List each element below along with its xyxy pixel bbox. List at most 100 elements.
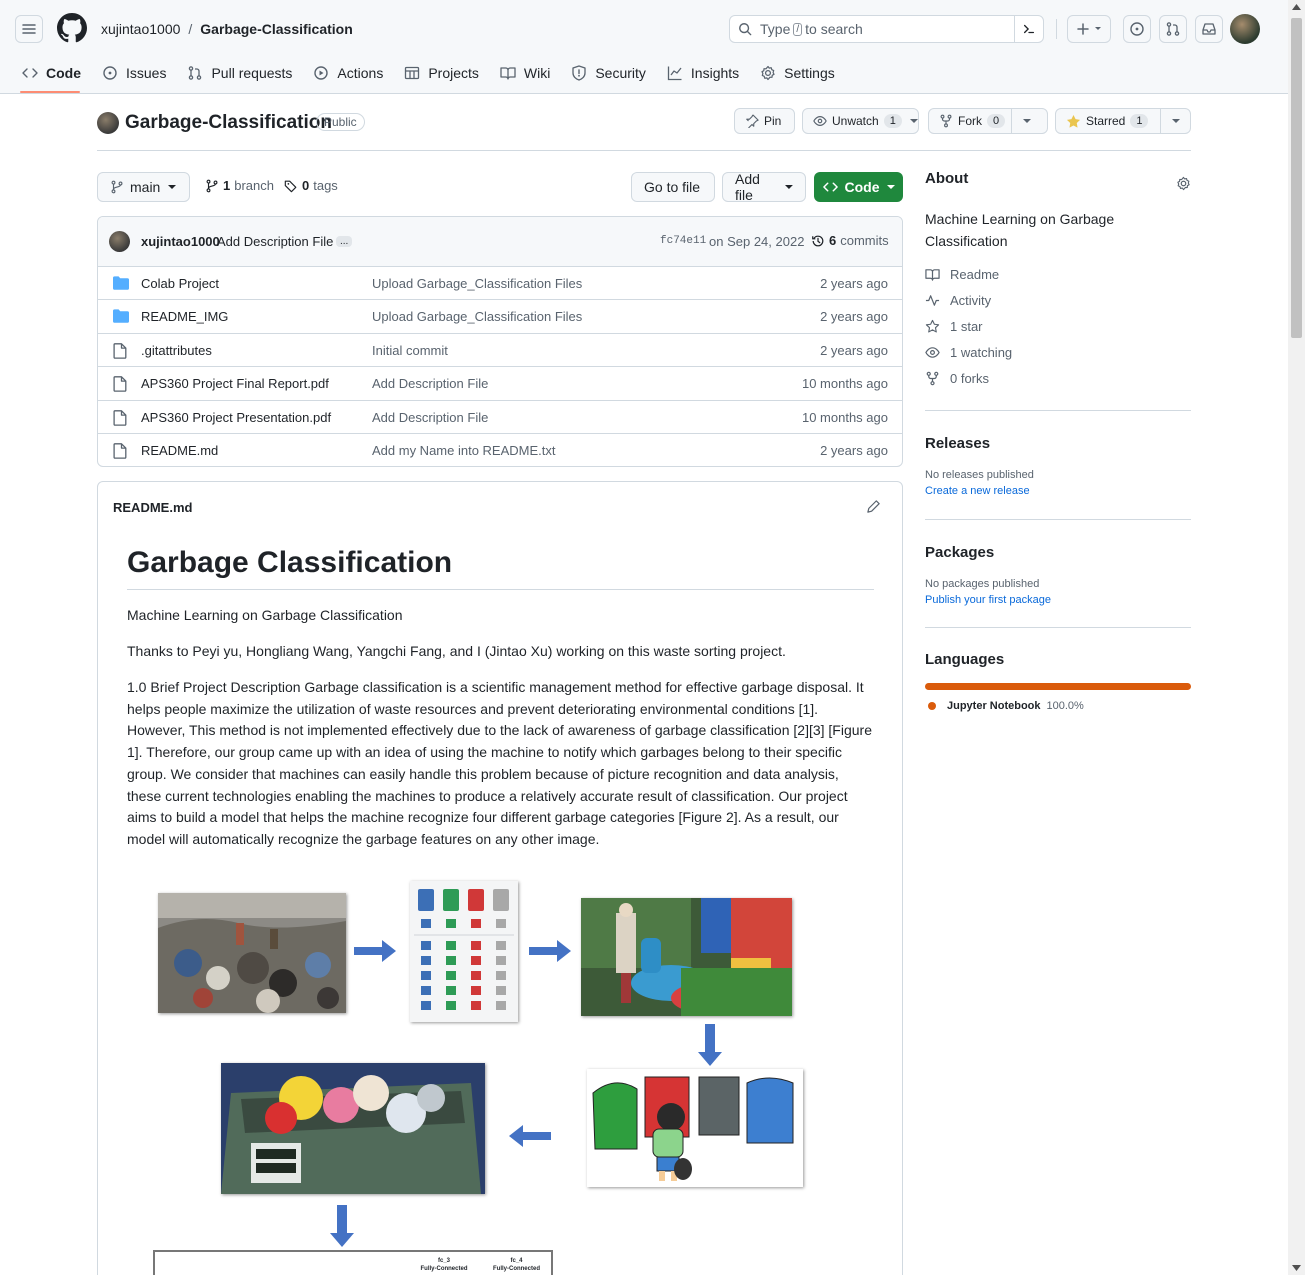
- scrollbar-thumb[interactable]: [1291, 18, 1302, 338]
- star-dropdown[interactable]: [1160, 109, 1190, 133]
- file-name[interactable]: .gitattributes: [141, 343, 212, 358]
- branches-link[interactable]: 1 branch: [205, 178, 274, 193]
- packages-empty: No packages published: [925, 578, 1040, 590]
- activity-link[interactable]: Activity: [925, 287, 1191, 313]
- stars-label: 1 star: [950, 318, 983, 334]
- branch-count: 1: [223, 178, 231, 193]
- inbox-button[interactable]: [1195, 15, 1223, 43]
- starred-button[interactable]: Starred 1: [1055, 108, 1191, 134]
- scroll-up-icon[interactable]: [1292, 4, 1301, 10]
- file-row[interactable]: .gitattributes Initial commit 2 years ago: [98, 334, 902, 368]
- pull-request-icon: [1166, 22, 1180, 36]
- file-age: 10 months ago: [801, 376, 888, 392]
- publish-package-link[interactable]: Publish your first package: [925, 594, 1191, 606]
- fc3-label: fc_3 Fully-Connected: [419, 1257, 469, 1273]
- commit-message[interactable]: Add Description File: [217, 234, 333, 249]
- file-row[interactable]: APS360 Project Presentation.pdf Add Descr…: [98, 401, 902, 434]
- file-commit-message[interactable]: Upload Garbage_Classification Files: [372, 276, 582, 291]
- readme-link[interactable]: Readme: [925, 261, 1191, 287]
- forks-label: 0 forks: [950, 370, 990, 386]
- latest-commit-bar: xujintao1000 Add Description File ... fc…: [98, 217, 902, 267]
- breadcrumb: xujintao1000 / Garbage-Classification: [101, 21, 353, 37]
- tab-projects[interactable]: Projects: [396, 60, 487, 86]
- file-row[interactable]: Colab Project Upload Garbage_Classificati…: [98, 267, 902, 301]
- file-table: xujintao1000 Add Description File ... fc…: [97, 216, 903, 467]
- fork-button[interactable]: Fork 0: [928, 108, 1048, 134]
- github-logo-icon[interactable]: [57, 13, 87, 43]
- releases-heading[interactable]: Releases: [925, 435, 1191, 452]
- file-type-icon: [113, 443, 127, 459]
- dumpster-photo: [221, 1063, 485, 1194]
- pencil-icon[interactable]: [866, 499, 881, 514]
- file-name[interactable]: APS360 Project Final Report.pdf: [141, 376, 329, 391]
- commit-author[interactable]: xujintao1000: [141, 234, 220, 249]
- file-age: 2 years ago: [820, 342, 888, 358]
- file-row[interactable]: README_IMG Upload Garbage_Classification …: [98, 300, 902, 334]
- scroll-down-icon[interactable]: [1292, 1265, 1301, 1271]
- tag-icon: [284, 180, 297, 192]
- issues-button[interactable]: [1123, 15, 1151, 43]
- search-input[interactable]: Type / to search: [729, 15, 1044, 43]
- breadcrumb-repo[interactable]: Garbage-Classification: [200, 21, 353, 37]
- file-commit-message[interactable]: Add Description File: [372, 410, 488, 425]
- create-release-link[interactable]: Create a new release: [925, 485, 1191, 497]
- commit-expand-button[interactable]: ...: [336, 236, 353, 247]
- file-name[interactable]: Colab Project: [141, 276, 219, 291]
- languages-heading: Languages: [925, 651, 1005, 668]
- file-type-icon: [113, 376, 127, 392]
- commit-sha[interactable]: fc74e11: [660, 235, 706, 247]
- language-item[interactable]: Jupyter Notebook 100.0%: [925, 700, 1191, 712]
- go-to-file-button[interactable]: Go to file: [631, 172, 715, 202]
- fc4-type: Fully-Connected: [492, 1266, 540, 1272]
- play-icon: [314, 66, 329, 80]
- tab-security[interactable]: Security: [563, 60, 654, 86]
- file-name[interactable]: README.md: [141, 443, 218, 458]
- about-heading: About: [925, 170, 969, 187]
- menu-button[interactable]: [15, 15, 43, 43]
- file-commit-message[interactable]: Upload Garbage_Classification Files: [372, 309, 582, 324]
- pull-requests-button[interactable]: [1159, 15, 1187, 43]
- file-commit-message[interactable]: Initial commit: [372, 343, 448, 358]
- active-tab-indicator: [20, 91, 80, 93]
- readme-filename[interactable]: README.md: [113, 500, 192, 515]
- file-row[interactable]: APS360 Project Final Report.pdf Add Descr…: [98, 367, 902, 401]
- add-file-button[interactable]: Add file: [722, 171, 806, 203]
- search-suffix: to search: [805, 21, 863, 37]
- unwatch-button[interactable]: Unwatch 1: [802, 108, 919, 134]
- forks-link[interactable]: 0 forks: [925, 365, 1191, 391]
- tab-wiki[interactable]: Wiki: [492, 60, 558, 86]
- repo-tabs: Code Issues Pull requests Actions Projects Wi…: [20, 60, 848, 86]
- file-row[interactable]: README.md Add my Name into README.txt 2 ye…: [98, 434, 902, 466]
- tab-code[interactable]: Code: [20, 60, 89, 86]
- breadcrumb-owner[interactable]: xujintao1000: [101, 21, 180, 37]
- tags-link[interactable]: 0 tags: [284, 178, 338, 193]
- file-age: 2 years ago: [820, 309, 888, 325]
- file-type-icon: [113, 276, 129, 290]
- gear-icon[interactable]: [1176, 176, 1191, 191]
- create-new-button[interactable]: [1067, 15, 1111, 43]
- file-name[interactable]: README_IMG: [141, 309, 228, 324]
- tab-issues[interactable]: Issues: [94, 60, 174, 86]
- file-commit-message[interactable]: Add my Name into README.txt: [372, 443, 556, 458]
- user-avatar[interactable]: [1230, 14, 1260, 44]
- code-button[interactable]: Code: [814, 172, 903, 202]
- file-age: 2 years ago: [820, 442, 888, 458]
- stars-link[interactable]: 1 star: [925, 313, 1191, 339]
- tab-settings[interactable]: Settings: [752, 60, 843, 86]
- file-name[interactable]: APS360 Project Presentation.pdf: [141, 410, 331, 425]
- commits-link[interactable]: 6 commits: [811, 233, 889, 248]
- file-commit-message[interactable]: Add Description File: [372, 376, 488, 391]
- command-palette-button[interactable]: [1014, 15, 1043, 43]
- pin-button[interactable]: Pin: [734, 108, 795, 134]
- fork-dropdown[interactable]: [1011, 109, 1041, 133]
- watchers-link[interactable]: 1 watching: [925, 339, 1191, 365]
- tab-insights[interactable]: Insights: [659, 60, 747, 86]
- cartoon-sorting-image: [587, 1069, 803, 1187]
- packages-heading[interactable]: Packages: [925, 544, 1191, 561]
- tab-actions[interactable]: Actions: [305, 60, 391, 86]
- branch-selector[interactable]: main: [97, 172, 190, 202]
- file-type-icon: [113, 309, 129, 324]
- repo-name[interactable]: Garbage-Classification: [125, 112, 332, 134]
- tab-pull-requests[interactable]: Pull requests: [179, 60, 300, 86]
- file-age: 2 years ago: [820, 276, 888, 291]
